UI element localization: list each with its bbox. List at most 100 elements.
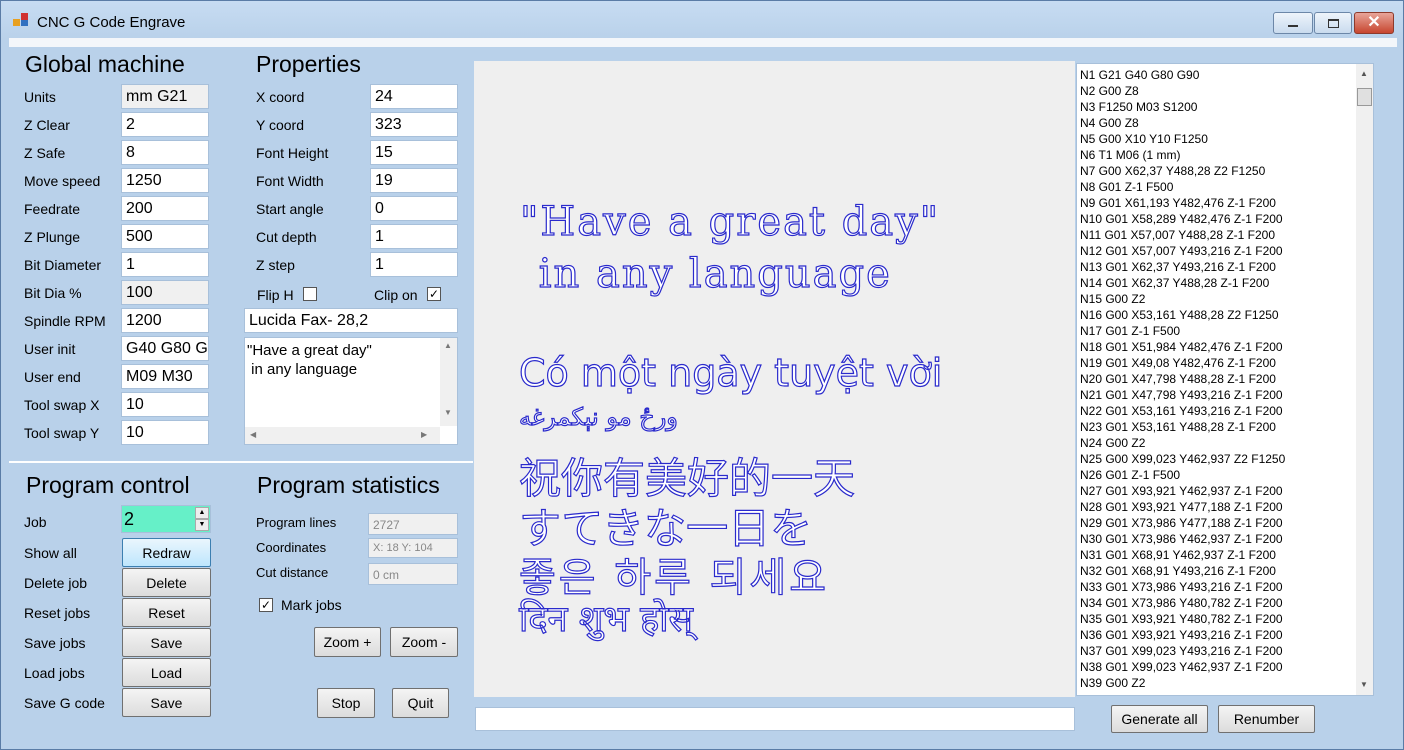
gcode-line[interactable]: N29 G01 X73,986 Y477,188 Z-1 F200 — [1077, 515, 1373, 531]
gcode-line[interactable]: N35 G01 X93,921 Y480,782 Z-1 F200 — [1077, 611, 1373, 627]
program-control-label: Load jobs — [24, 665, 85, 681]
gcode-line[interactable]: N13 G01 X62,37 Y493,216 Z-1 F200 — [1077, 259, 1373, 275]
program-control-button[interactable]: Reset — [122, 598, 211, 627]
global-field-input[interactable]: 8 — [121, 140, 209, 165]
gcode-line[interactable]: N11 G01 X57,007 Y488,28 Z-1 F200 — [1077, 227, 1373, 243]
program-control-button[interactable]: Redraw — [122, 538, 211, 567]
flip-h-checkbox[interactable] — [303, 287, 317, 301]
global-field-label: Spindle RPM — [24, 313, 106, 329]
gcode-listbox[interactable]: N1 G21 G40 G80 G90 N2 G00 Z8 N3 F1250 M03 … — [1076, 63, 1374, 696]
program-control-button[interactable]: Save — [122, 688, 211, 717]
gcode-line[interactable]: N6 T1 M06 (1 mm) — [1077, 147, 1373, 163]
gcode-line[interactable]: N27 G01 X93,921 Y462,937 Z-1 F200 — [1077, 483, 1373, 499]
gcode-scrollbar[interactable]: ▲ ▼ — [1356, 64, 1373, 695]
gcode-line[interactable]: N17 G01 Z-1 F500 — [1077, 323, 1373, 339]
gcode-line[interactable]: N19 G01 X49,08 Y482,476 Z-1 F200 — [1077, 355, 1373, 371]
property-field-input[interactable]: 1 — [370, 252, 458, 277]
gcode-line[interactable]: N3 F1250 M03 S1200 — [1077, 99, 1373, 115]
global-field-input[interactable]: 2 — [121, 112, 209, 137]
property-field-input[interactable]: 15 — [370, 140, 458, 165]
gcode-line[interactable]: N36 G01 X93,921 Y493,216 Z-1 F200 — [1077, 627, 1373, 643]
program-control-label: Save jobs — [24, 635, 86, 651]
gcode-line[interactable]: N31 G01 X68,91 Y462,937 Z-1 F200 — [1077, 547, 1373, 563]
status-input[interactable] — [475, 707, 1075, 731]
gcode-line[interactable]: N18 G01 X51,984 Y482,476 Z-1 F200 — [1077, 339, 1373, 355]
program-lines-field: 2727 — [368, 513, 458, 535]
gcode-line[interactable]: N7 G00 X62,37 Y488,28 Z2 F1250 — [1077, 163, 1373, 179]
gcode-line[interactable]: N28 G01 X93,921 Y477,188 Z-1 F200 — [1077, 499, 1373, 515]
engrave-text-line-2: in any language — [247, 361, 358, 378]
gcode-line[interactable]: N26 G01 Z-1 F500 — [1077, 467, 1373, 483]
stepper-down-icon[interactable]: ▼ — [195, 519, 209, 531]
quit-button[interactable]: Quit — [392, 688, 449, 718]
global-field-input[interactable]: 10 — [121, 420, 209, 445]
gcode-line[interactable]: N24 G00 Z2 — [1077, 435, 1373, 451]
cut-distance-label: Cut distance — [256, 565, 329, 580]
program-control-button[interactable]: Load — [122, 658, 211, 687]
gcode-line[interactable]: N14 G01 X62,37 Y488,28 Z-1 F200 — [1077, 275, 1373, 291]
gcode-line[interactable]: N39 G00 Z2 — [1077, 675, 1373, 691]
font-selector[interactable]: Lucida Fax- 28,2 — [244, 308, 458, 333]
engrave-text-area[interactable]: "Have a great day" in any language ▲ ▼ ◀… — [244, 337, 458, 445]
property-field-input[interactable]: 19 — [370, 168, 458, 193]
stop-button[interactable]: Stop — [317, 688, 375, 718]
gcode-line[interactable]: N25 G00 X99,023 Y462,937 Z2 F1250 — [1077, 451, 1373, 467]
program-control-button[interactable]: Delete — [122, 568, 211, 597]
gcode-line[interactable]: N1 G21 G40 G80 G90 — [1077, 67, 1373, 83]
gcode-line[interactable]: N30 G01 X73,986 Y462,937 Z-1 F200 — [1077, 531, 1373, 547]
global-field-label: Tool swap X — [24, 397, 100, 413]
gcode-line[interactable]: N15 G00 Z2 — [1077, 291, 1373, 307]
gcode-line[interactable]: N34 G01 X73,986 Y480,782 Z-1 F200 — [1077, 595, 1373, 611]
scroll-thumb[interactable] — [1357, 88, 1372, 106]
preview-line-4: ورځ مو نېکمرغه — [518, 402, 678, 431]
zoom-out-button[interactable]: Zoom - — [390, 627, 458, 657]
global-field-input[interactable]: 100 — [121, 280, 209, 305]
global-field-input[interactable]: 10 — [121, 392, 209, 417]
property-field-input[interactable]: 24 — [370, 84, 458, 109]
gcode-line[interactable]: N22 G01 X53,161 Y493,216 Z-1 F200 — [1077, 403, 1373, 419]
text-vertical-scrollbar[interactable]: ▲ ▼ — [440, 338, 457, 426]
maximize-button[interactable] — [1314, 12, 1352, 34]
minimize-button[interactable] — [1273, 12, 1313, 34]
stepper-up-icon[interactable]: ▲ — [195, 507, 209, 519]
gcode-line[interactable]: N12 G01 X57,007 Y493,216 Z-1 F200 — [1077, 243, 1373, 259]
global-field-input[interactable]: M09 M30 — [121, 364, 209, 389]
property-field-input[interactable]: 1 — [370, 224, 458, 249]
scroll-up-icon: ▲ — [1360, 69, 1368, 78]
text-horizontal-scrollbar[interactable]: ◀ ▶ — [245, 427, 440, 444]
gcode-line[interactable]: N8 G01 Z-1 F500 — [1077, 179, 1373, 195]
gcode-line[interactable]: N20 G01 X47,798 Y488,28 Z-1 F200 — [1077, 371, 1373, 387]
global-field-input[interactable]: 1250 — [121, 168, 209, 193]
property-field-input[interactable]: 323 — [370, 112, 458, 137]
program-control-button[interactable]: Save — [122, 628, 211, 657]
global-field-input[interactable]: 1 — [121, 252, 209, 277]
gcode-line[interactable]: N37 G01 X99,023 Y493,216 Z-1 F200 — [1077, 643, 1373, 659]
zoom-in-button[interactable]: Zoom + — [314, 627, 381, 657]
property-field-input[interactable]: 0 — [370, 196, 458, 221]
global-field-input[interactable]: mm G21 — [121, 84, 209, 109]
generate-all-button[interactable]: Generate all — [1111, 705, 1208, 733]
global-field-label: Feedrate — [24, 201, 81, 217]
gcode-line[interactable]: N4 G00 Z8 — [1077, 115, 1373, 131]
renumber-button[interactable]: Renumber — [1218, 705, 1315, 733]
global-field-input[interactable]: 500 — [121, 224, 209, 249]
job-label: Job — [24, 514, 47, 530]
gcode-line[interactable]: N5 G00 X10 Y10 F1250 — [1077, 131, 1373, 147]
gcode-line[interactable]: N38 G01 X99,023 Y462,937 Z-1 F200 — [1077, 659, 1373, 675]
gcode-line[interactable]: N16 G00 X53,161 Y488,28 Z2 F1250 — [1077, 307, 1373, 323]
global-field-input[interactable]: 1200 — [121, 308, 209, 333]
global-field-input[interactable]: 200 — [121, 196, 209, 221]
mark-jobs-checkbox[interactable]: ✓ — [259, 598, 273, 612]
gcode-line[interactable]: N21 G01 X47,798 Y493,216 Z-1 F200 — [1077, 387, 1373, 403]
gcode-line[interactable]: N23 G01 X53,161 Y488,28 Z-1 F200 — [1077, 419, 1373, 435]
gcode-line[interactable]: N9 G01 X61,193 Y482,476 Z-1 F200 — [1077, 195, 1373, 211]
global-field-input[interactable]: G40 G80 G — [121, 336, 209, 361]
job-stepper[interactable]: 2 ▲ ▼ — [121, 505, 211, 533]
clip-on-checkbox[interactable]: ✓ — [427, 287, 441, 301]
gcode-line[interactable]: N2 G00 Z8 — [1077, 83, 1373, 99]
close-button[interactable]: ✕ — [1354, 12, 1394, 34]
gcode-line[interactable]: N32 G01 X68,91 Y493,216 Z-1 F200 — [1077, 563, 1373, 579]
gcode-line[interactable]: N10 G01 X58,289 Y482,476 Z-1 F200 — [1077, 211, 1373, 227]
gcode-line[interactable]: N33 G01 X73,986 Y493,216 Z-1 F200 — [1077, 579, 1373, 595]
engrave-preview-canvas[interactable]: "Have a great day" in any language Có mộ… — [474, 61, 1075, 697]
